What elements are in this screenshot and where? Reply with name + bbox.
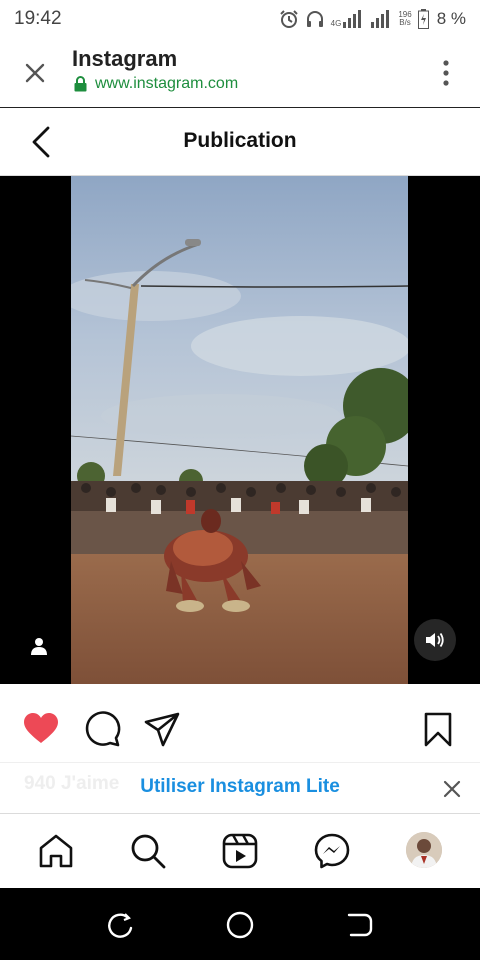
comment-icon[interactable]	[83, 710, 121, 748]
close-icon[interactable]	[22, 60, 48, 86]
status-icons: 4G 196 B/s 8 %	[279, 9, 466, 29]
instagram-lite-link[interactable]: Utiliser Instagram Lite	[0, 776, 480, 798]
signal-icon-2	[371, 10, 390, 28]
sound-toggle-button[interactable]	[414, 619, 456, 661]
status-bar: 19:42 4G 196 B/s 8 %	[0, 0, 480, 38]
page-title: Publication	[183, 129, 297, 152]
speaker-icon	[426, 632, 444, 648]
back-icon[interactable]	[345, 910, 375, 940]
send-icon[interactable]	[143, 710, 181, 748]
likes-row: 940 J'aime Utiliser Instagram Lite	[0, 762, 480, 814]
signal-icon	[343, 10, 362, 28]
close-icon[interactable]	[442, 779, 462, 799]
lock-icon	[74, 76, 87, 92]
alarm-icon	[279, 10, 298, 28]
reels-icon[interactable]	[221, 832, 259, 870]
video-frame[interactable]	[71, 176, 408, 684]
heart-icon[interactable]	[22, 710, 60, 748]
network-type: 4G	[330, 19, 342, 28]
post-media[interactable]	[0, 176, 480, 684]
browser-url: www.instagram.com	[95, 75, 239, 92]
person-icon[interactable]	[29, 636, 49, 656]
messenger-icon[interactable]	[313, 832, 351, 870]
battery-percent: 8 %	[436, 9, 466, 28]
search-icon[interactable]	[129, 832, 167, 870]
data-rate-unit: B/s	[399, 18, 411, 27]
profile-avatar[interactable]	[406, 832, 442, 868]
url-row[interactable]: www.instagram.com	[74, 75, 238, 93]
post-actions	[0, 684, 480, 762]
battery-icon	[417, 9, 429, 29]
bookmark-icon[interactable]	[419, 710, 457, 748]
overflow-menu-icon[interactable]	[442, 60, 450, 86]
headphones-icon	[306, 11, 323, 27]
page-header: Publication	[0, 108, 480, 176]
home-circle-icon[interactable]	[225, 910, 255, 940]
status-time: 19:42	[14, 8, 62, 29]
recents-icon[interactable]	[105, 910, 135, 940]
avatar-image	[406, 832, 442, 868]
custom-tab-toolbar: Instagram www.instagram.com	[0, 38, 480, 108]
home-icon[interactable]	[37, 832, 75, 870]
bottom-nav	[0, 814, 480, 888]
browser-title: Instagram	[72, 46, 178, 71]
system-nav-bar	[0, 888, 480, 960]
